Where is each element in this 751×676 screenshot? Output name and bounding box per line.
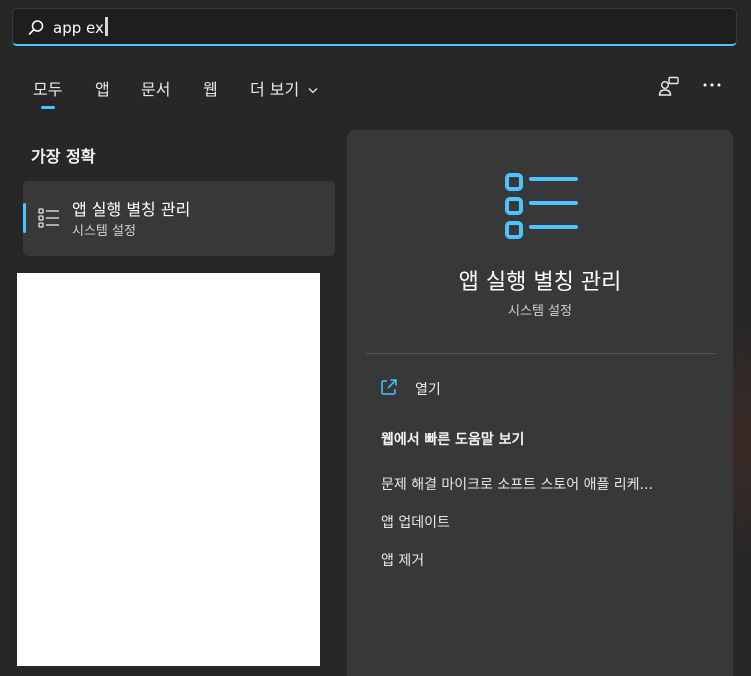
text-caret xyxy=(104,17,108,36)
best-match-heading: 가장 정확 xyxy=(31,147,96,166)
chevron-down-icon xyxy=(308,88,318,94)
open-label: 열기 xyxy=(415,382,441,398)
detail-panel: 앱 실행 별칭 관리 시스템 설정 열기 웹에서 빠른 도움말 보기 문제 해결… xyxy=(347,130,733,676)
blank-results-area xyxy=(17,273,320,666)
result-subtitle: 시스템 설정 xyxy=(72,224,136,239)
tab-label: 더 보기 xyxy=(250,80,300,99)
share-people-icon xyxy=(658,76,679,96)
tab-documents[interactable]: 문서 xyxy=(141,76,170,100)
web-help-heading: 웹에서 빠른 도움말 보기 xyxy=(381,432,525,448)
detail-title: 앱 실행 별칭 관리 xyxy=(458,270,622,295)
detail-subtitle: 시스템 설정 xyxy=(508,304,572,319)
search-box[interactable]: app ex xyxy=(12,8,737,46)
tab-apps[interactable]: 앱 xyxy=(95,76,110,100)
filter-tabs: 모두 앱 문서 웹 더 보기 xyxy=(0,70,751,110)
more-options-button[interactable] xyxy=(698,74,726,102)
tab-web[interactable]: 웹 xyxy=(203,76,218,100)
more-dots-icon xyxy=(703,83,721,87)
tab-label: 문서 xyxy=(141,80,171,99)
tab-label: 모두 xyxy=(33,80,63,99)
help-link[interactable]: 앱 제거 xyxy=(381,550,424,570)
list-settings-icon xyxy=(505,173,578,239)
divider xyxy=(366,353,715,354)
tab-more[interactable]: 더 보기 xyxy=(250,76,318,100)
help-link[interactable]: 앱 업데이트 xyxy=(381,512,450,532)
search-input[interactable]: app ex xyxy=(53,15,108,41)
active-tab-indicator xyxy=(40,106,55,109)
best-match-result[interactable]: 앱 실행 별칭 관리 시스템 설정 xyxy=(23,181,335,256)
search-window: app ex 모두 앱 문서 웹 더 보기 가장 정확 앱 실행 별칭 관리 시… xyxy=(0,0,751,676)
help-link[interactable]: 문제 해결 마이크로 소프트 스토어 애플 리케... xyxy=(381,474,653,494)
selection-indicator xyxy=(23,203,26,233)
open-external-icon xyxy=(381,379,397,395)
list-settings-icon xyxy=(38,208,59,228)
search-input-value: app ex xyxy=(53,19,104,37)
tab-label: 웹 xyxy=(203,80,218,99)
share-people-button[interactable] xyxy=(656,74,684,102)
search-icon xyxy=(28,20,44,35)
tab-label: 앱 xyxy=(95,80,110,99)
tab-all[interactable]: 모두 xyxy=(33,76,63,109)
result-title: 앱 실행 별칭 관리 xyxy=(72,200,191,219)
